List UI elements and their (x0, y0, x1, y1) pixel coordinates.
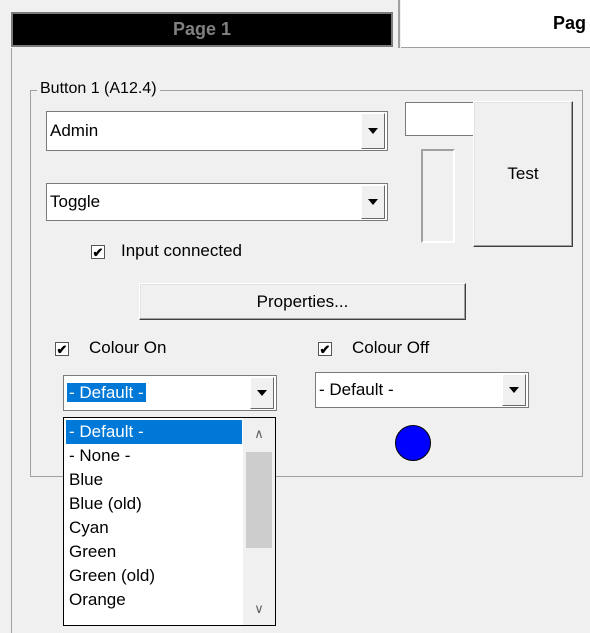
colour-on-dropdown-button[interactable] (250, 377, 274, 409)
test-button[interactable]: Test (473, 101, 573, 247)
colour-on-combo-value: - Default - (67, 383, 146, 402)
user-combo-dropdown-button[interactable] (361, 113, 385, 149)
chevron-down-icon (509, 387, 519, 393)
test-button-label: Test (507, 164, 539, 183)
list-scrollbar[interactable]: ∧ ∨ (243, 418, 275, 625)
colour-on-combo[interactable]: - Default - (63, 375, 277, 411)
list-item-green[interactable]: Green (66, 540, 242, 564)
properties-button[interactable]: Properties... (139, 283, 466, 320)
mode-combo-dropdown-button[interactable] (361, 185, 385, 219)
user-combo[interactable]: Admin (46, 111, 388, 151)
scroll-down-icon[interactable]: ∨ (243, 595, 275, 623)
colour-off-label: Colour Off (352, 338, 430, 357)
colour-dropdown-list[interactable]: - Default - - None - Blue Blue (old) Cya… (63, 417, 276, 626)
colour-off-combo-value: - Default - (319, 380, 394, 399)
colour-off-combo[interactable]: - Default - (315, 372, 529, 408)
properties-button-label: Properties... (256, 291, 349, 311)
tab-page-2[interactable]: Pag (401, 0, 590, 48)
colour-off-checkbox[interactable]: ✔ (318, 342, 332, 356)
tab-page-1[interactable]: Page 1 (11, 12, 393, 47)
tab-separator (398, 0, 400, 48)
mode-combo-value: Toggle (50, 192, 101, 211)
led-indicator-frame (421, 149, 455, 243)
colour-off-dropdown-button[interactable] (502, 374, 526, 406)
input-connected-label: Input connected (121, 241, 242, 260)
input-connected-checkbox[interactable]: ✔ (91, 245, 105, 259)
value-display-box (405, 102, 477, 136)
tab-page-2-label: Pag (552, 13, 586, 33)
list-item-orange[interactable]: Orange (66, 588, 242, 612)
chevron-down-icon (368, 199, 378, 205)
tab-page-1-label: Page 1 (172, 19, 232, 39)
colour-on-checkbox[interactable]: ✔ (55, 342, 69, 356)
checkmark-icon: ✔ (56, 341, 68, 357)
list-item-blue[interactable]: Blue (66, 468, 242, 492)
group-legend: Button 1 (A12.4) (37, 80, 160, 98)
scrollbar-thumb[interactable] (246, 452, 272, 548)
checkmark-icon: ✔ (92, 244, 104, 260)
chevron-down-icon (257, 390, 267, 396)
list-item-blue-old[interactable]: Blue (old) (66, 492, 242, 516)
checkmark-icon: ✔ (319, 341, 331, 357)
mode-combo[interactable]: Toggle (46, 183, 388, 221)
scroll-up-icon[interactable]: ∧ (243, 420, 275, 448)
colour-on-combo-value-wrap: - Default - (64, 383, 250, 403)
list-item-green-old[interactable]: Green (old) (66, 564, 242, 588)
list-item-none[interactable]: - None - (66, 444, 242, 468)
list-item-cyan[interactable]: Cyan (66, 516, 242, 540)
colour-on-label: Colour On (89, 338, 167, 357)
list-item-default[interactable]: - Default - (66, 420, 242, 444)
user-combo-value: Admin (50, 121, 99, 140)
chevron-down-icon (368, 128, 378, 134)
colour-indicator (395, 425, 431, 461)
